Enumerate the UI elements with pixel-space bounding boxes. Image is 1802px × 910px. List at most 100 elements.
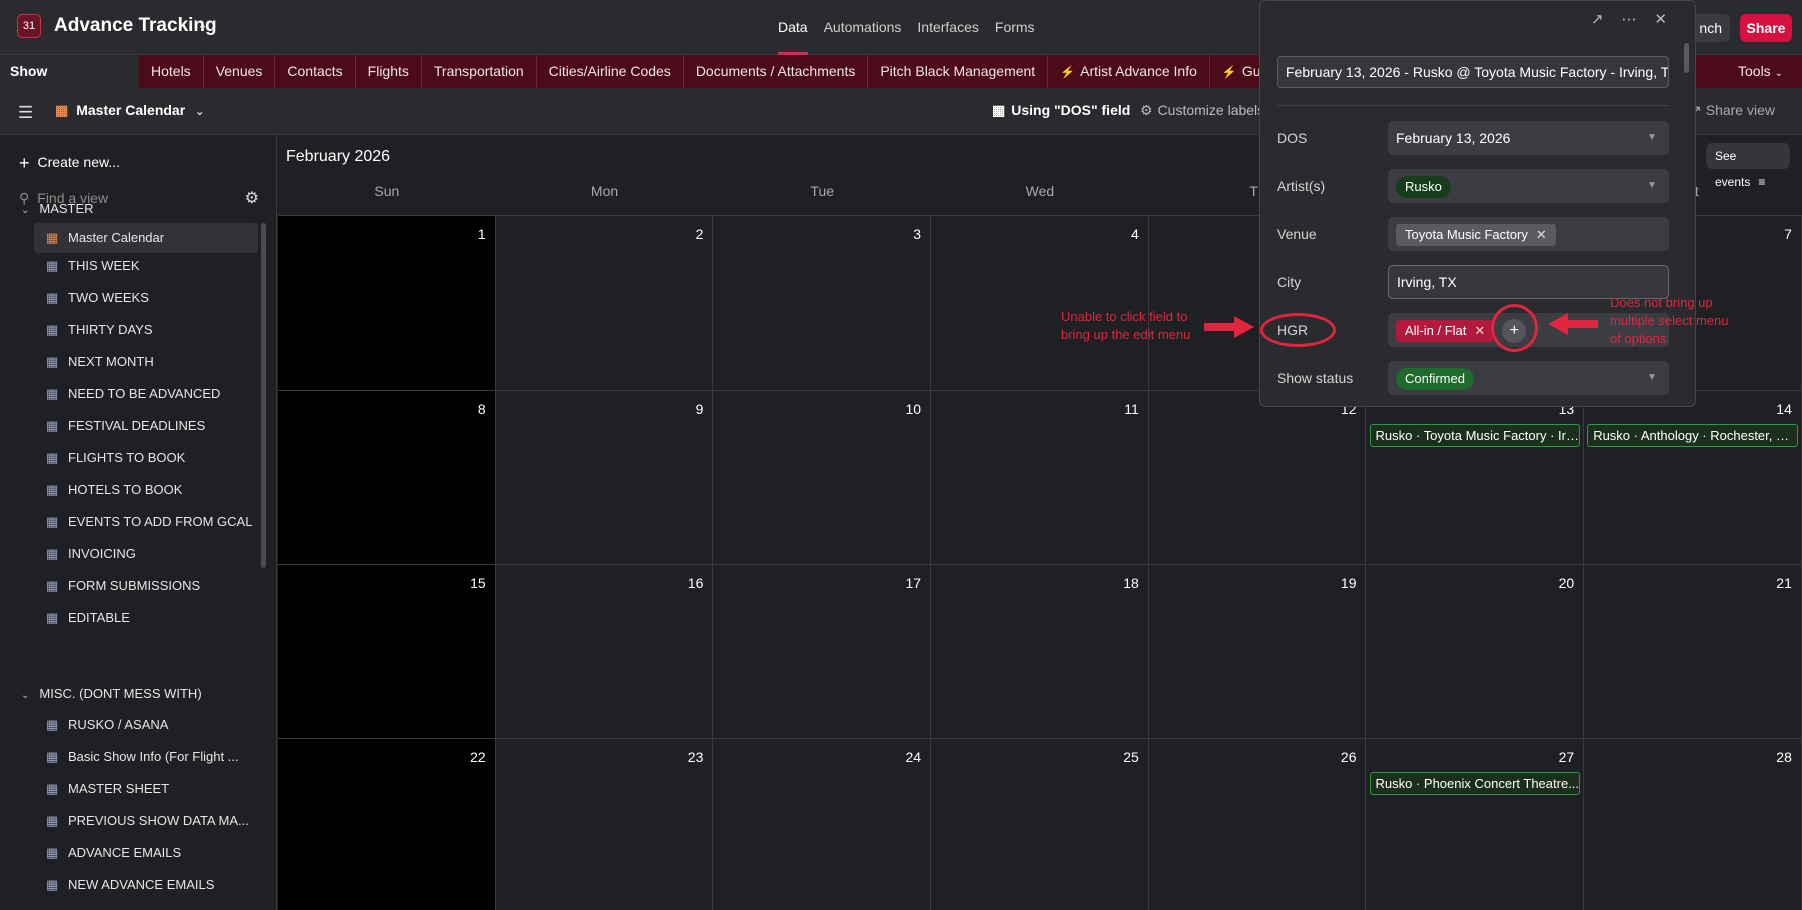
sidebar-item-thirty-days[interactable]: ▦ THIRTY DAYS (34, 315, 258, 345)
view-switcher[interactable]: ▦ Master Calendar ⌄ (55, 102, 204, 119)
dos-value: February 13, 2026 (1396, 130, 1511, 146)
record-title-field[interactable]: February 13, 2026 - Rusko @ Toyota Music… (1277, 56, 1669, 88)
grid-icon: ▦ (46, 322, 59, 337)
table-tab-contacts[interactable]: Contacts (275, 55, 356, 88)
tab-interfaces[interactable]: Interfaces (917, 0, 978, 55)
sidebar-item-rusko-asana[interactable]: ▦ RUSKO / ASANA (34, 710, 258, 740)
day-cell[interactable]: 9 (495, 390, 714, 564)
tools-menu[interactable]: Tools ⌄ (1738, 55, 1783, 90)
day-cell[interactable]: 24 (713, 738, 932, 910)
day-cell[interactable]: 23 (495, 738, 714, 910)
tab-data[interactable]: Data (778, 0, 808, 55)
tab-automations[interactable]: Automations (824, 0, 902, 55)
day-cell[interactable]: 10 (713, 390, 932, 564)
chevron-down-icon[interactable]: ⌄ (197, 17, 208, 33)
day-cell[interactable]: 13 Rusko · Toyota Music Factory · Irvi... (1366, 390, 1585, 564)
day-cell[interactable]: 28 (1584, 738, 1802, 910)
artist-field[interactable]: Rusko ▼ (1388, 169, 1669, 203)
calendar-icon: ▦ (46, 230, 59, 245)
share-view-button[interactable]: ↗Share view (1690, 102, 1775, 119)
date-field-selector[interactable]: ▦ Using "DOS" field (992, 102, 1130, 119)
day-cell[interactable]: 14 Rusko · Anthology · Rochester, NY... (1584, 390, 1802, 564)
sidebar-item-need-to-be-advanced[interactable]: ▦ NEED TO BE ADVANCED (34, 379, 258, 409)
create-new-button[interactable]: + Create new... (19, 153, 120, 174)
hamburger-icon[interactable]: ☰ (18, 103, 33, 123)
share-button[interactable]: Share (1740, 14, 1792, 42)
table-tab-venues[interactable]: Venues (204, 55, 276, 88)
event-card[interactable]: Rusko · Phoenix Concert Theatre... (1369, 772, 1581, 795)
sidebar-item-this-week[interactable]: ▦ THIS WEEK (34, 251, 258, 281)
table-tab-flights[interactable]: Flights (356, 55, 422, 88)
day-cell[interactable]: 12 (1148, 390, 1367, 564)
day-cell[interactable]: 19 (1148, 564, 1367, 738)
grid-icon: ▦ (46, 546, 59, 561)
day-cell[interactable]: 27 Rusko · Phoenix Concert Theatre... (1366, 738, 1585, 910)
app-title[interactable]: Advance Tracking (54, 15, 217, 37)
sidebar-item-master-calendar[interactable]: ▦ Master Calendar (34, 223, 258, 253)
sidebar-item-events-to-add[interactable]: ▦ EVENTS TO ADD FROM GCAL (34, 507, 258, 537)
day-cell[interactable]: 20 (1366, 564, 1585, 738)
venue-field[interactable]: Toyota Music Factory ✕ (1388, 217, 1669, 251)
sidebar-item-two-weeks[interactable]: ▦ TWO WEEKS (34, 283, 258, 313)
table-tab-transportation[interactable]: Transportation (422, 55, 537, 88)
more-icon[interactable]: ⋯ (1621, 10, 1636, 28)
sidebar-item-editable[interactable]: ▦ EDITABLE (34, 603, 258, 633)
calendar-icon[interactable]: 31 (17, 14, 41, 38)
city-label: City (1277, 274, 1302, 290)
sidebar-item-invoicing[interactable]: ▦ INVOICING (34, 539, 258, 569)
sidebar-item-previous-show-data[interactable]: ▦ PREVIOUS SHOW DATA MA... (34, 806, 258, 836)
sidebar-item-label: TWO WEEKS (68, 290, 149, 305)
dos-field[interactable]: February 13, 2026 ▼ (1388, 121, 1669, 155)
annotation-ring-hgr-label (1260, 313, 1336, 347)
day-cell[interactable]: 22 (278, 738, 496, 910)
day-cell[interactable]: 2 (495, 215, 714, 390)
venue-label: Venue (1277, 226, 1317, 242)
status-field[interactable]: Confirmed ▼ (1388, 361, 1669, 395)
calendar-icon: ▦ (55, 102, 69, 118)
grid-icon: ▦ (46, 514, 59, 529)
section-misc[interactable]: ⌄ MISC. (DONT MESS WITH) (21, 686, 202, 701)
table-tab-pitch-black[interactable]: Pitch Black Management (868, 55, 1049, 88)
table-tab-artist-advance[interactable]: ⚡ Artist Advance Info (1048, 55, 1210, 88)
tab-forms[interactable]: Forms (995, 0, 1035, 55)
close-icon[interactable]: ✕ (1654, 10, 1667, 28)
sidebar-item-label: THIRTY DAYS (68, 322, 153, 337)
table-tab-hotels[interactable]: Hotels (139, 55, 204, 88)
sidebar-item-advance-emails[interactable]: ▦ ADVANCE EMAILS (34, 838, 258, 868)
day-cell[interactable]: 21 (1584, 564, 1802, 738)
sidebar-item-new-advance-emails[interactable]: ▦ NEW ADVANCE EMAILS (34, 870, 258, 900)
day-cell[interactable]: 16 (495, 564, 714, 738)
customize-labels-button[interactable]: ⚙ Customize labels (1140, 102, 1264, 119)
day-cell[interactable]: 25 (931, 738, 1149, 910)
sidebar-item-basic-show-info[interactable]: ▦ Basic Show Info (For Flight ... (34, 742, 258, 772)
day-cell[interactable]: 15 (278, 564, 496, 738)
current-table[interactable]: Show Advancing▼ (0, 55, 139, 112)
event-card[interactable]: Rusko · Anthology · Rochester, NY... (1587, 424, 1798, 447)
table-tab-cities[interactable]: Cities/Airline Codes (537, 55, 684, 88)
sidebar-scrollbar[interactable] (261, 223, 266, 568)
table-tab-documents[interactable]: Documents / Attachments (684, 55, 869, 88)
sidebar-item-flights-to-book[interactable]: ▦ FLIGHTS TO BOOK (34, 443, 258, 473)
day-cell[interactable]: 17 (713, 564, 932, 738)
expand-icon[interactable]: ↗ (1591, 10, 1604, 28)
day-cell[interactable]: 18 (931, 564, 1149, 738)
panel-scrollbar[interactable] (1684, 43, 1689, 73)
day-cell[interactable]: 11 (931, 390, 1149, 564)
day-cell[interactable]: 1 (278, 215, 496, 390)
sidebar-item-master-sheet[interactable]: ▦ MASTER SHEET (34, 774, 258, 804)
sidebar-item-form-submissions[interactable]: ▦ FORM SUBMISSIONS (34, 571, 258, 601)
sidebar-item-hotels-to-book[interactable]: ▦ HOTELS TO BOOK (34, 475, 258, 505)
day-cell[interactable]: 8 (278, 390, 496, 564)
day-cell[interactable]: 4 (931, 215, 1149, 390)
remove-icon[interactable]: ✕ (1536, 227, 1547, 242)
event-card[interactable]: Rusko · Toyota Music Factory · Irvi... (1369, 424, 1581, 447)
gear-icon[interactable]: ⚙ (245, 188, 259, 208)
remove-icon[interactable]: ✕ (1474, 323, 1485, 338)
sidebar-item-next-month[interactable]: ▦ NEXT MONTH (34, 347, 258, 377)
day-cell[interactable]: 3 (713, 215, 932, 390)
see-events-button[interactable]: See events ≡ (1706, 143, 1790, 189)
status-tag: Confirmed (1396, 368, 1474, 391)
day-cell[interactable]: 26 (1148, 738, 1367, 910)
sidebar-item-festival-deadlines[interactable]: ▦ FESTIVAL DEADLINES (34, 411, 258, 441)
section-master[interactable]: ⌄ MASTER (21, 201, 94, 216)
